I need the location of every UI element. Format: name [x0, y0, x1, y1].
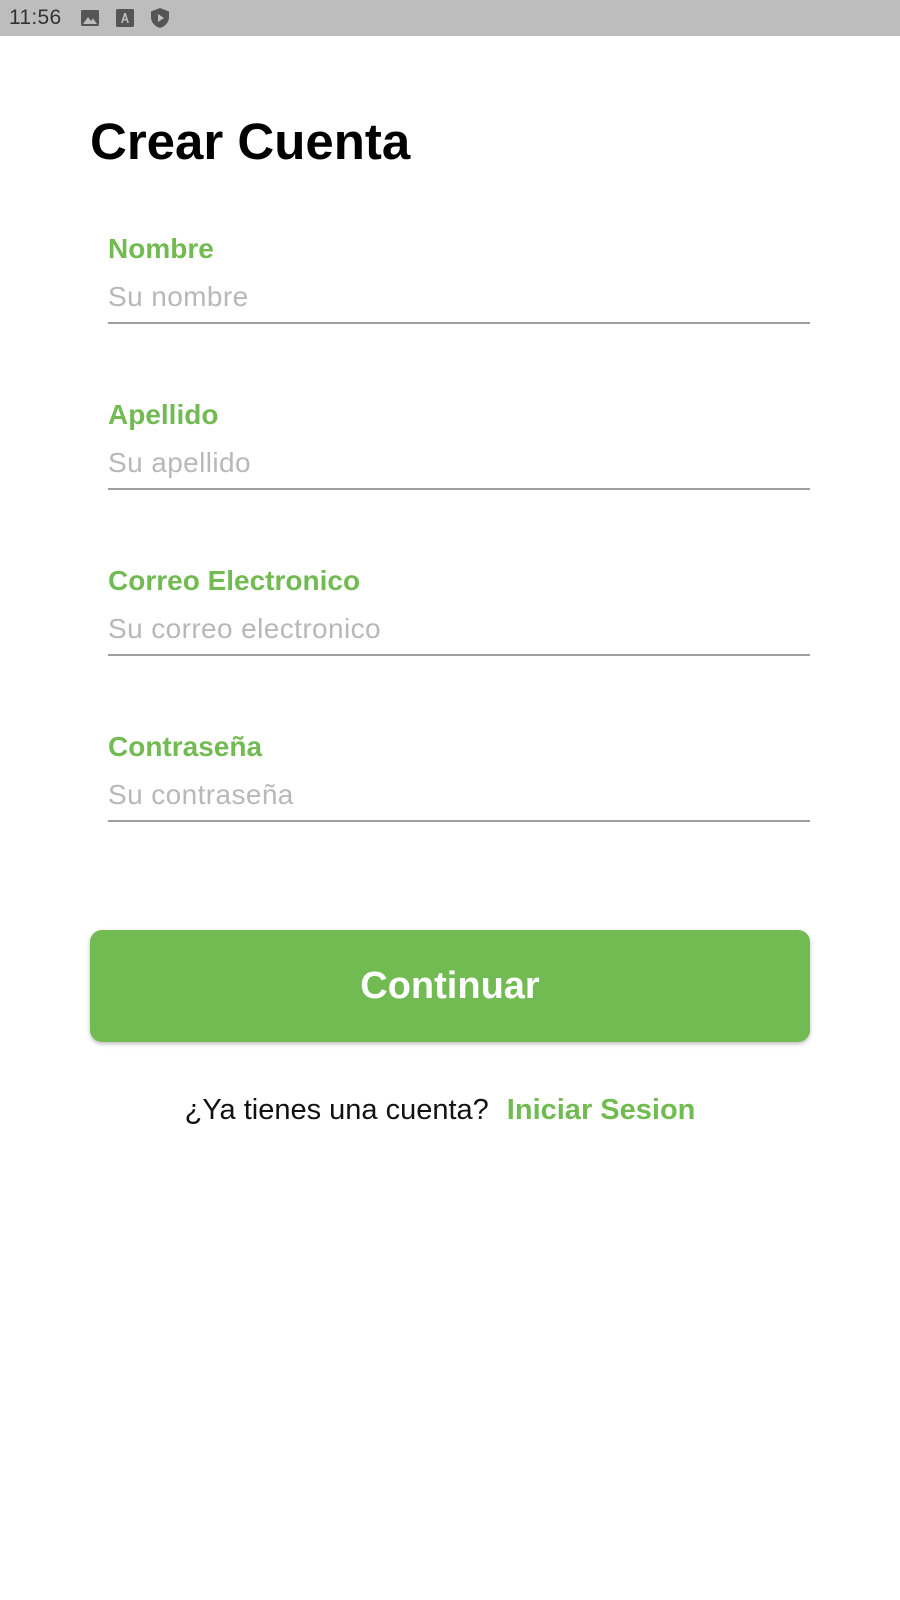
page-title: Crear Cuenta	[90, 113, 411, 170]
lastname-field-group: Apellido	[108, 398, 810, 490]
email-input[interactable]	[108, 612, 810, 656]
continue-button[interactable]: Continuar	[90, 930, 810, 1042]
email-label: Correo Electronico	[108, 565, 361, 596]
lastname-input[interactable]	[108, 446, 810, 490]
name-label: Nombre	[108, 233, 214, 264]
password-input[interactable]	[108, 778, 810, 822]
signin-question: ¿Ya tienes una cuenta?	[184, 1094, 489, 1126]
create-account-screen: 11:56 Crear Cuenta Nombre Su nombre Apel…	[0, 0, 900, 1600]
password-field-group: Contraseña	[108, 730, 810, 822]
status-icons	[80, 7, 170, 29]
image-icon	[80, 8, 100, 28]
font-a-icon	[115, 9, 134, 27]
name-field-group: Nombre	[108, 232, 810, 324]
status-time: 11:56	[9, 6, 62, 29]
shield-play-icon	[150, 7, 170, 29]
email-field-group: Correo Electronico	[108, 564, 810, 656]
name-input[interactable]	[108, 280, 810, 324]
status-bar: 11:56	[0, 0, 900, 36]
lastname-label: Apellido	[108, 399, 219, 430]
password-label: Contraseña	[108, 731, 263, 762]
signin-link[interactable]: Iniciar Sesion	[507, 1090, 696, 1130]
signin-prompt: ¿Ya tienes una cuenta? Iniciar Sesion	[0, 1090, 880, 1130]
